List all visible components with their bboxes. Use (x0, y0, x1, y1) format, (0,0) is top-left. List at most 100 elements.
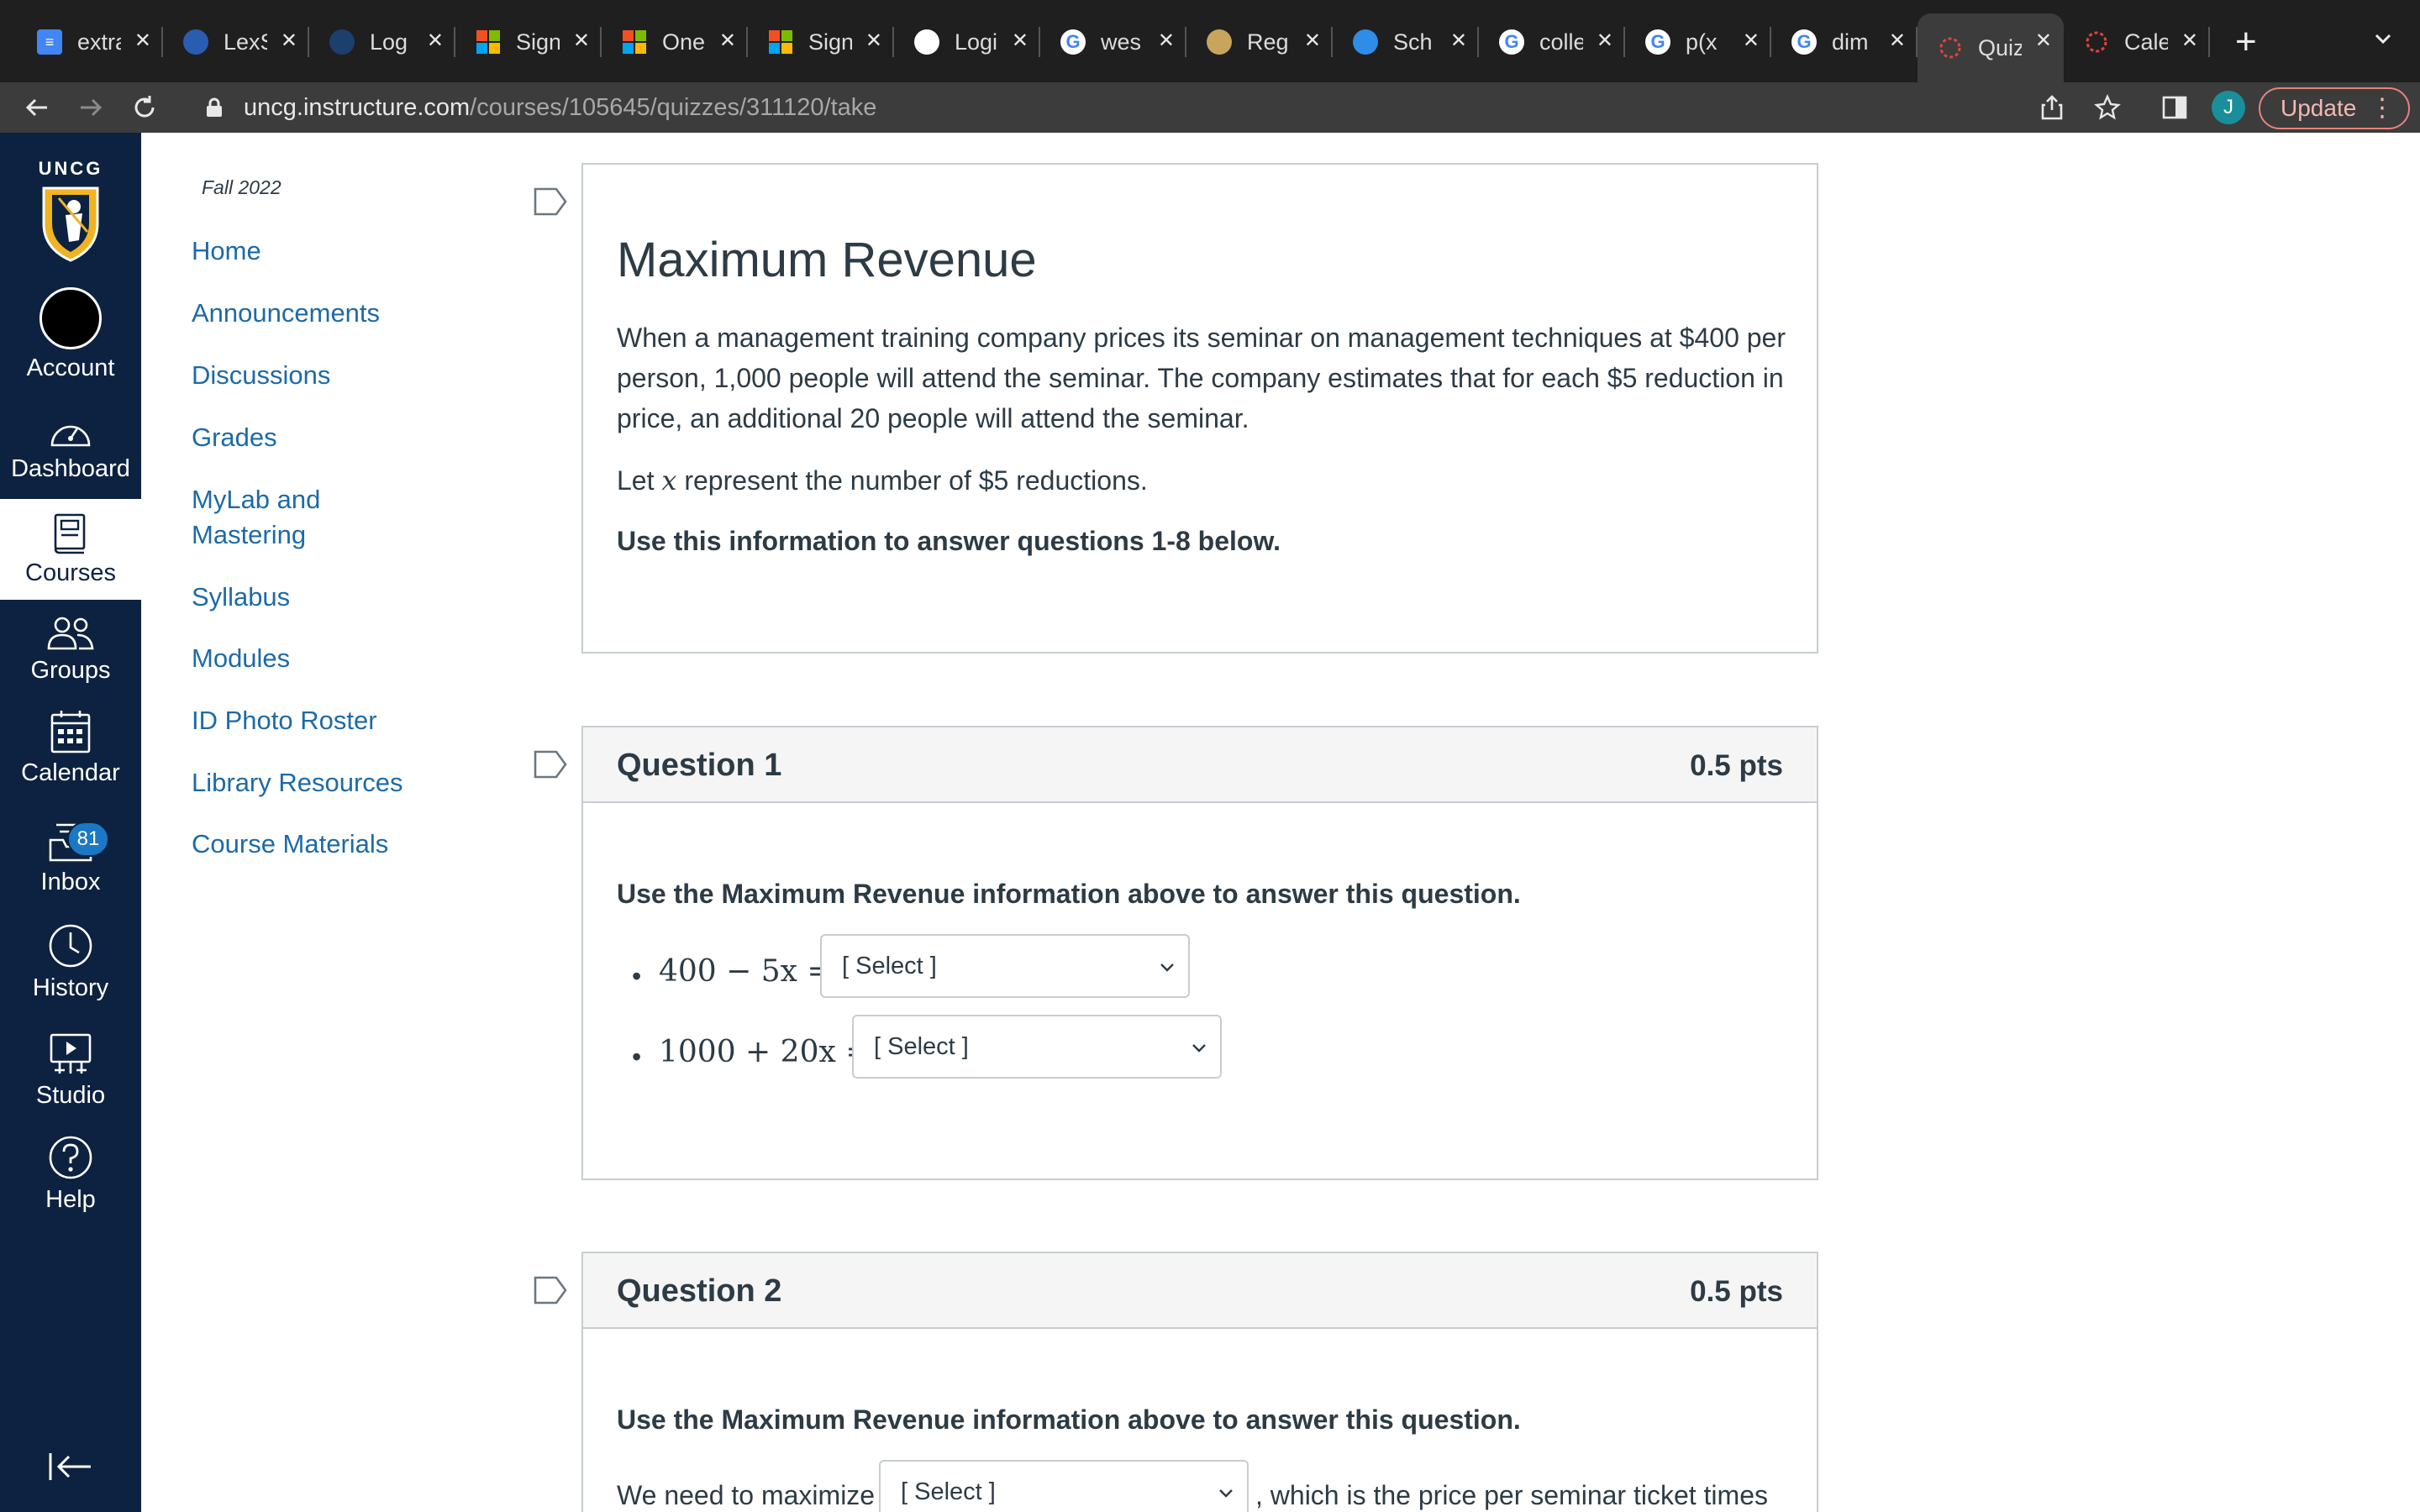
back-button[interactable] (20, 91, 54, 124)
reload-button[interactable] (128, 91, 161, 124)
select-value: [ Select ] (901, 1478, 996, 1505)
select-value: [ Select ] (842, 952, 937, 979)
google-icon: G (1499, 29, 1524, 55)
question-2-prompt: Use the Maximum Revenue information abov… (617, 1404, 1521, 1435)
close-tab-icon[interactable]: ✕ (2181, 29, 2198, 54)
browser-tab[interactable]: Gwes ✕ (1040, 13, 1186, 71)
question-2-title: Question 2 (617, 1273, 782, 1309)
browser-toolbar: uncg.instructure.com/courses/105645/quiz… (0, 82, 2420, 133)
course-nav-home[interactable]: Home (192, 234, 261, 269)
browser-tab[interactable]: Logi ✕ (894, 13, 1040, 71)
uncg-spartan-logo-icon[interactable] (40, 181, 101, 262)
close-tab-icon[interactable]: ✕ (573, 29, 590, 54)
browser-tab[interactable]: Log ✕ (309, 13, 455, 71)
question-1-select-2[interactable]: [ Select ] (852, 1015, 1222, 1079)
tn-icon (914, 29, 939, 55)
nav-account[interactable]: Account (0, 287, 141, 382)
browser-tab-title: colle (1539, 29, 1583, 55)
flag-question-2-icon[interactable] (533, 1275, 568, 1305)
course-nav-syllabus[interactable]: Syllabus (192, 580, 290, 615)
course-nav-modules[interactable]: Modules (192, 641, 290, 676)
question-1-header: Question 1 0.5 pts (583, 727, 1817, 803)
lexis-icon (183, 29, 208, 55)
new-tab-button[interactable]: + (2235, 24, 2257, 60)
browser-tab[interactable]: Cale ✕ (2064, 13, 2210, 71)
calendar-icon (50, 711, 91, 753)
google-docs-icon: ≡ (37, 29, 62, 55)
courses-icon (54, 513, 86, 554)
bookmark-star-button[interactable] (2092, 92, 2123, 123)
browser-tab-title: Log (370, 29, 408, 55)
browser-tab[interactable]: Gcolle ✕ (1479, 13, 1625, 71)
more-menu-icon[interactable]: ⋮ (2370, 96, 2395, 121)
forward-button[interactable] (74, 91, 108, 124)
question-2-select-1[interactable]: [ Select ] (879, 1460, 1249, 1512)
collapse-nav-icon[interactable] (47, 1450, 94, 1483)
browser-tab[interactable]: Gdim ✕ (1771, 13, 1918, 71)
chevron-down-icon (1219, 1489, 1233, 1498)
course-nav-course-materials[interactable]: Course Materials (192, 827, 388, 862)
close-tab-icon[interactable]: ✕ (2035, 29, 2052, 54)
browser-tab-title: Quiz (1978, 34, 2022, 60)
side-panel-button[interactable] (2160, 92, 2190, 123)
nav-help-label: Help (45, 1186, 96, 1213)
nav-studio[interactable]: Studio (0, 1032, 141, 1110)
bullet-dot: • (632, 961, 642, 991)
close-tab-icon[interactable]: ✕ (1012, 29, 1028, 54)
close-tab-icon[interactable]: ✕ (865, 29, 882, 54)
close-tab-icon[interactable]: ✕ (1889, 29, 1906, 54)
nav-inbox[interactable]: 81 Inbox (0, 820, 141, 896)
course-nav-announcements[interactable]: Announcements (192, 296, 380, 331)
browser-tab[interactable]: One ✕ (602, 13, 748, 71)
tab-search-chevron-icon[interactable] (2370, 25, 2396, 52)
close-tab-icon[interactable]: ✕ (1450, 29, 1467, 54)
browser-tab-title: Reg (1247, 29, 1289, 55)
profile-avatar[interactable]: J (2212, 91, 2245, 124)
flag-question-1-icon[interactable] (533, 749, 568, 780)
course-nav-library-resources[interactable]: Library Resources (192, 765, 403, 801)
nav-dashboard[interactable]: Dashboard (0, 413, 141, 483)
browser-tab[interactable]: Gp(x ✕ (1625, 13, 1771, 71)
close-tab-icon[interactable]: ✕ (1597, 29, 1613, 54)
close-tab-icon[interactable]: ✕ (134, 29, 151, 54)
browser-tab-title: Cale (2124, 29, 2168, 55)
browser-tab[interactable]: Sch ✕ (1333, 13, 1479, 71)
question-1-select-1[interactable]: [ Select ] (820, 934, 1190, 998)
nav-groups[interactable]: Groups (0, 615, 141, 685)
close-tab-icon[interactable]: ✕ (719, 29, 736, 54)
nav-inbox-label: Inbox (40, 869, 101, 895)
flag-question-icon[interactable] (533, 186, 568, 217)
browser-tab[interactable]: Sign ✕ (748, 13, 894, 71)
nav-courses[interactable]: Courses (0, 499, 141, 600)
browser-tab[interactable]: ≡ extra ✕ (17, 13, 163, 71)
browser-tab[interactable]: Sign ✕ (455, 13, 602, 71)
course-nav-grades[interactable]: Grades (192, 420, 277, 455)
course-nav-mylab[interactable]: MyLab and Mastering (192, 482, 376, 553)
question-1-expression-1: 400 − 5x = (659, 954, 833, 989)
close-tab-icon[interactable]: ✕ (427, 29, 444, 54)
nav-dashboard-label: Dashboard (11, 455, 130, 482)
intro-text-card: Maximum Revenue When a management traini… (581, 163, 1818, 654)
browser-tab[interactable]: Quiz ✕ (1918, 13, 2064, 82)
reload-icon (134, 96, 155, 118)
groups-icon (47, 617, 94, 650)
course-nav-id-photo-roster[interactable]: ID Photo Roster (192, 703, 377, 738)
dashboard-icon (50, 425, 91, 447)
nav-help[interactable]: Help (0, 1134, 141, 1214)
close-tab-icon[interactable]: ✕ (281, 29, 297, 54)
browser-tab[interactable]: Reg ✕ (1186, 13, 1333, 71)
share-button[interactable] (2037, 92, 2067, 123)
browser-tab[interactable]: LexS ✕ (163, 13, 309, 71)
nav-history[interactable]: History (0, 922, 141, 1002)
close-tab-icon[interactable]: ✕ (1304, 29, 1321, 54)
nav-calendar[interactable]: Calendar (0, 709, 141, 787)
update-button[interactable]: Update ⋮ (2259, 87, 2410, 129)
close-tab-icon[interactable]: ✕ (1743, 29, 1760, 54)
close-tab-icon[interactable]: ✕ (1158, 29, 1175, 54)
google-icon: G (1645, 29, 1670, 55)
share-icon (2041, 95, 2063, 120)
address-bar[interactable]: uncg.instructure.com/courses/105645/quiz… (180, 86, 2028, 129)
browser-tab-title: p(x (1686, 29, 1718, 55)
course-nav-discussions[interactable]: Discussions (192, 358, 330, 393)
browser-tab-title: One (662, 29, 706, 55)
